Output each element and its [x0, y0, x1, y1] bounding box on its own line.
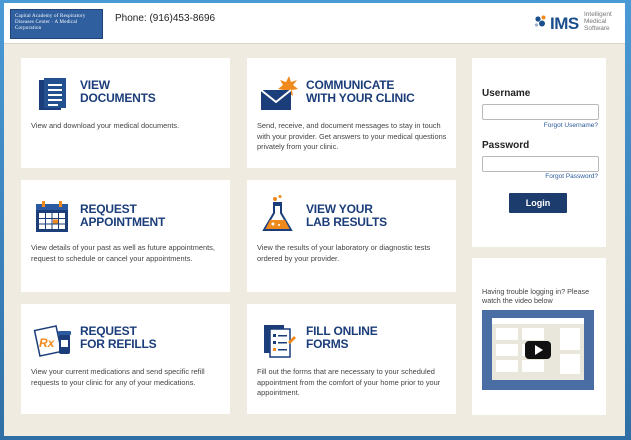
- username-label: Username: [482, 88, 531, 99]
- ims-tagline-line: Software: [584, 25, 610, 32]
- card-title-line: APPOINTMENT: [80, 215, 166, 229]
- card-title[interactable]: VIEW DOCUMENTS: [80, 79, 156, 105]
- card-title-line: DOCUMENTS: [80, 91, 156, 105]
- ims-tagline-line: Medical: [584, 18, 607, 25]
- clinic-logo-text: Capital Academy of Respiratory Diseases …: [15, 14, 86, 31]
- card-fill-forms[interactable]: FILL ONLINE FORMS Fill out the forms tha…: [247, 304, 456, 414]
- card-title[interactable]: COMMUNICATE WITH YOUR CLINIC: [306, 79, 415, 105]
- ims-tagline-line: Intelligent: [584, 11, 612, 18]
- header: Capital Academy of Respiratory Diseases …: [4, 3, 625, 44]
- card-title-line: LAB RESULTS: [306, 215, 387, 229]
- card-description: Send, receive, and document messages to …: [257, 121, 447, 151]
- forms-icon: [264, 325, 296, 358]
- clinic-phone: Phone: (916)453-8696: [115, 13, 216, 24]
- help-text: Having trouble logging in? Please watch …: [482, 287, 590, 305]
- card-description: View the results of your laboratory or d…: [257, 243, 431, 263]
- play-icon[interactable]: [525, 341, 551, 359]
- card-view-documents[interactable]: VIEW DOCUMENTS View and download your me…: [21, 58, 230, 168]
- card-description: View your current medications and send s…: [31, 367, 205, 387]
- card-description: View and download your medical documents…: [31, 121, 180, 130]
- card-title-line: WITH YOUR CLINIC: [306, 91, 415, 105]
- card-title[interactable]: REQUEST APPOINTMENT: [80, 203, 165, 229]
- prescription-icon: Rx: [33, 325, 71, 357]
- card-request-refills[interactable]: Rx REQUEST FOR REFILLS View your current…: [21, 304, 230, 414]
- card-request-appointment[interactable]: REQUEST APPOINTMENT View details of your…: [21, 180, 230, 292]
- clinic-logo[interactable]: Capital Academy of Respiratory Diseases …: [10, 9, 103, 39]
- portal-page: Capital Academy of Respiratory Diseases …: [4, 3, 625, 436]
- card-title[interactable]: FILL ONLINE FORMS: [306, 325, 378, 351]
- envelope-icon: [260, 76, 298, 110]
- document-icon: [39, 78, 66, 110]
- card-title[interactable]: REQUEST FOR REFILLS: [80, 325, 157, 351]
- card-title-line: FOR REFILLS: [80, 337, 157, 351]
- calendar-icon: [36, 201, 68, 232]
- login-panel: Username Forgot Username? Password Forgo…: [472, 58, 606, 247]
- svg-text:Rx: Rx: [39, 336, 56, 350]
- card-communicate[interactable]: COMMUNICATE WITH YOUR CLINIC Send, recei…: [247, 58, 456, 168]
- card-description: View details of your past as well as fut…: [31, 243, 215, 263]
- password-input[interactable]: [482, 156, 599, 172]
- help-video[interactable]: [482, 310, 594, 390]
- password-label: Password: [482, 140, 530, 151]
- card-title[interactable]: VIEW YOUR LAB RESULTS: [306, 203, 387, 229]
- ims-dots-icon: [534, 15, 546, 27]
- forgot-password-link[interactable]: Forgot Password?: [545, 173, 598, 180]
- flask-icon: [262, 195, 293, 231]
- card-title-line: FORMS: [306, 337, 349, 351]
- card-lab-results[interactable]: VIEW YOUR LAB RESULTS View the results o…: [247, 180, 456, 292]
- ims-tagline: Intelligent Medical Software: [584, 11, 612, 32]
- ims-logo: IMS Intelligent Medical Software: [532, 9, 618, 39]
- help-panel: Having trouble logging in? Please watch …: [472, 258, 606, 415]
- ims-wordmark: IMS: [550, 14, 579, 33]
- card-description: Fill out the forms that are necessary to…: [257, 367, 441, 397]
- username-input[interactable]: [482, 104, 599, 120]
- login-button[interactable]: Login: [509, 193, 567, 213]
- forgot-username-link[interactable]: Forgot Username?: [544, 122, 598, 129]
